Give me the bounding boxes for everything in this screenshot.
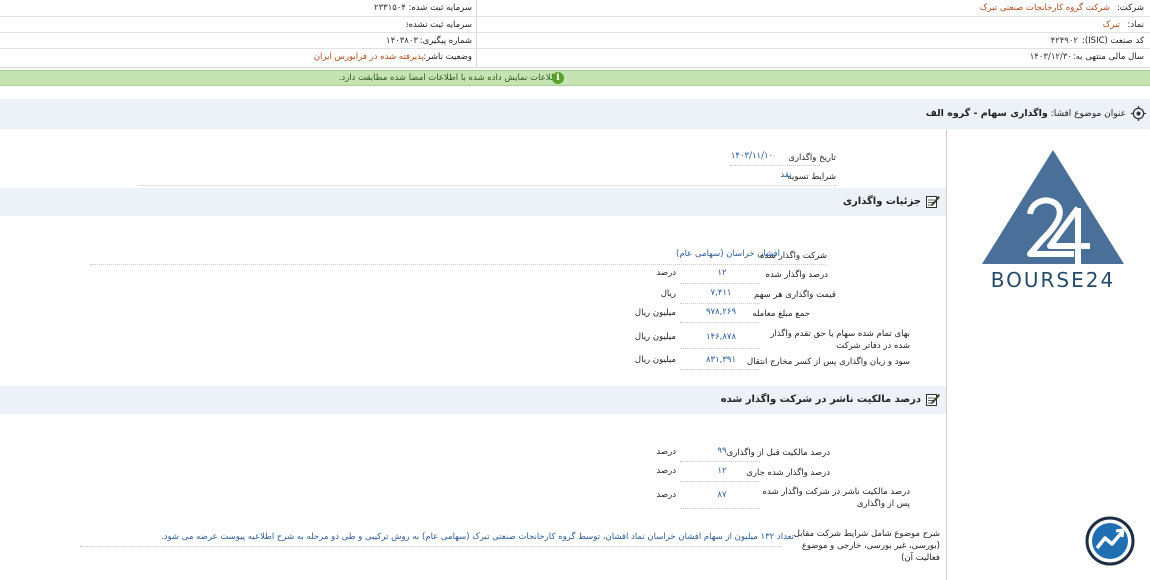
- notice-text: اطلاعات نمایش داده شده با اطلاعات امضا ش…: [338, 73, 560, 83]
- subject-bar: عنوان موضوع افشا: واگذاری سهام - گروه ال…: [0, 99, 1150, 129]
- dotted-divider: [680, 508, 760, 509]
- registered-capital-label: سرمایه ثبت شده:: [408, 3, 472, 13]
- transfer-date-label: تاریخ واگذاری: [788, 153, 836, 163]
- fiscal-year-label: سال مالی منتهی به:: [1072, 52, 1144, 62]
- header-row: [0, 48, 1150, 64]
- subject-label: عنوان موضوع افشا:: [1050, 109, 1126, 119]
- current-transferred-unit: درصد: [656, 466, 676, 476]
- ownership-before-unit: درصد: [656, 447, 676, 457]
- details-section-header: جزئیات واگذاری: [0, 188, 946, 216]
- edit-note-icon: [926, 394, 940, 406]
- company-value: شرکت گروه کارخانجات صنعتی تبرک: [979, 3, 1110, 13]
- transfer-date-value: ۱۴۰۳/۱۱/۱۰: [730, 151, 774, 161]
- content-divider: [946, 129, 947, 580]
- book-value-label: بهای تمام شده سهام یا حق تقدم واگذار شده…: [770, 329, 910, 351]
- dotted-divider: [680, 369, 760, 370]
- header-row: [0, 32, 1150, 48]
- info-icon: i: [552, 72, 564, 84]
- subject-line: عنوان موضوع افشا: واگذاری سهام - گروه ال…: [926, 108, 1126, 119]
- dotted-divider: [80, 546, 780, 547]
- logo-text: BOURSE24: [990, 268, 1116, 292]
- total-amount-unit: میلیون ریال: [634, 308, 676, 318]
- dotted-divider: [680, 322, 760, 323]
- ownership-after-unit: درصد: [656, 490, 676, 500]
- ownership-before-label: درصد مالکیت قبل از واگذاری: [726, 448, 830, 458]
- tracking-number-value: ۱۴۰۳۸۰۳: [386, 36, 418, 46]
- target-icon: [1131, 106, 1146, 121]
- transferred-company-value: افشان خراسان (سهامی عام): [676, 249, 781, 259]
- tracking-number-label: شماره پیگیری:: [419, 36, 472, 46]
- subject-value: واگذاری سهام - گروه الف: [925, 108, 1048, 119]
- book-value-unit: میلیون ریال: [634, 332, 676, 342]
- unregistered-capital-label: سرمایه ثبت نشده:: [405, 20, 472, 30]
- profit-loss-value: ۸۳۱,۳۹۱: [705, 355, 737, 365]
- ownership-after-value: ۸۷: [717, 490, 727, 500]
- ownership-after-label: درصد مالکیت ناشر در شرکت واگذار شده پس ا…: [762, 487, 910, 509]
- dotted-divider: [730, 165, 820, 166]
- profit-loss-unit: میلیون ریال: [634, 355, 676, 365]
- dotted-divider: [680, 283, 760, 284]
- edit-note-icon: [926, 196, 940, 208]
- dotted-divider: [680, 303, 760, 304]
- current-transferred-value: ۱۲: [717, 466, 727, 476]
- settlement-value: نقد: [780, 170, 792, 180]
- trend-chart-icon[interactable]: [1085, 516, 1135, 566]
- book-value-value: ۱۴۶,۸۷۸: [705, 332, 737, 342]
- transferred-percent-unit: درصد: [656, 268, 676, 278]
- transferred-percent-value: ۱۲: [717, 268, 727, 278]
- dotted-divider: [680, 348, 760, 349]
- header-divider: [476, 0, 477, 68]
- registered-capital-value: ۲۳۳۱۵۰۴: [374, 3, 406, 13]
- isic-label: کد صنعت (ISIC):: [1081, 36, 1144, 46]
- total-amount-value: ۹۷۸,۲۶۹: [705, 307, 737, 317]
- symbol-label: نماد:: [1127, 20, 1144, 30]
- ownership-section-header: درصد مالکیت ناشر در شرکت واگذار شده: [0, 386, 946, 414]
- ownership-section-title: درصد مالکیت ناشر در شرکت واگذار شده: [720, 394, 921, 405]
- symbol-value: تبرک: [1102, 20, 1120, 30]
- publisher-status-label: وضعیت ناشر:: [423, 52, 472, 62]
- header-info: شرکت: شرکت گروه کارخانجات صنعتی تبرک نما…: [0, 0, 1150, 68]
- transferred-percent-label: درصد واگذار شده: [765, 270, 828, 280]
- price-per-share-value: ۷,۴۱۱: [710, 288, 732, 298]
- dotted-divider: [90, 264, 826, 265]
- dotted-divider: [140, 185, 836, 186]
- details-section-title: جزئیات واگذاری: [842, 196, 921, 207]
- publisher-status-value: پذیرفته شده در فرابورس ایران: [313, 52, 424, 62]
- price-per-share-unit: ریال: [660, 289, 676, 299]
- company-label: شرکت:: [1116, 3, 1144, 13]
- verification-notice: اطلاعات نمایش داده شده با اطلاعات امضا ش…: [0, 70, 1150, 86]
- profit-loss-label: سود و زیان واگذاری پس از کسر مخارج انتقا…: [747, 357, 910, 367]
- fiscal-year-value: ۱۴۰۳/۱۲/۳۰: [1029, 52, 1072, 62]
- price-per-share-label: قیمت واگذاری هر سهم: [754, 290, 836, 300]
- total-amount-label: جمع مبلغ معامله: [752, 309, 810, 319]
- unregistered-capital-value: ۰: [405, 20, 410, 30]
- description-label: شرح موضوع شامل شرایط شرکت مقابل (بورسی، …: [793, 529, 940, 563]
- header-row: [0, 0, 1150, 16]
- header-row: [0, 16, 1150, 32]
- ownership-before-value: ۹۹: [717, 446, 727, 456]
- current-transferred-label: درصد واگذار شده جاری: [746, 468, 830, 478]
- dotted-divider: [680, 481, 760, 482]
- isic-value: ۴۲۴۹۰۲: [1050, 36, 1078, 46]
- dotted-divider: [680, 461, 760, 462]
- description-value: تعداد ۱۳۲ میلیون از سهام افشان خراسان نم…: [161, 532, 794, 542]
